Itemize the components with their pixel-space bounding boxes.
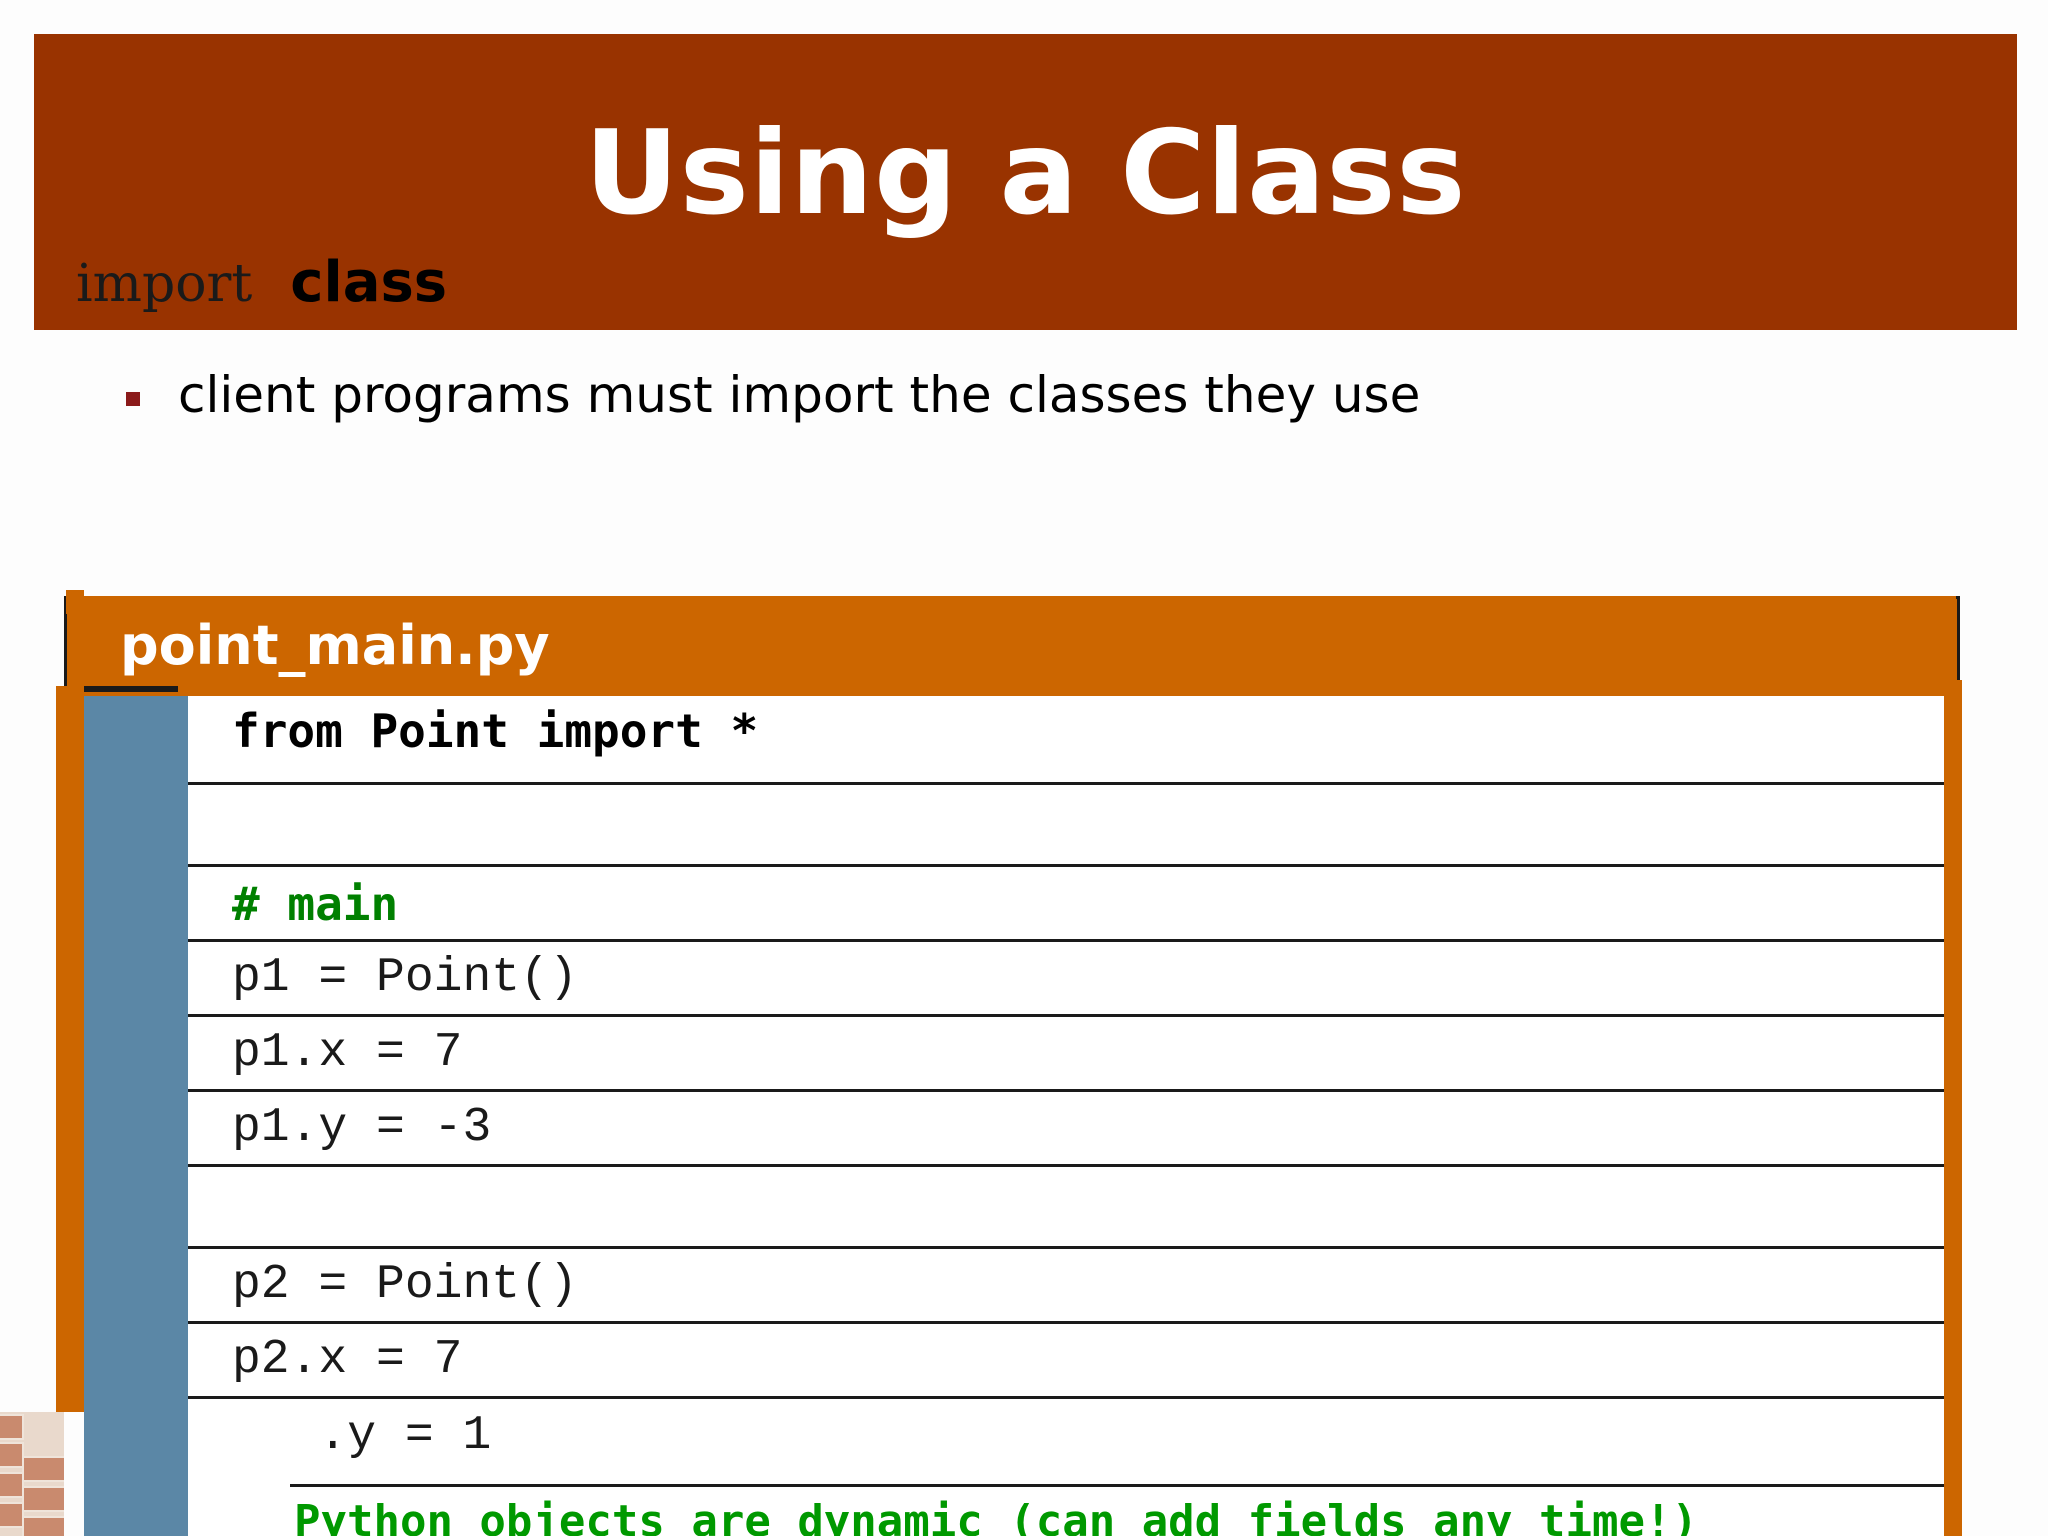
brick: [0, 1472, 24, 1498]
brick: [22, 1486, 64, 1512]
code-note: Python objects are dynamic (can add fiel…: [294, 1496, 1698, 1536]
code-line: from Point import *: [188, 696, 1944, 785]
brick: [22, 1456, 64, 1482]
code-line-text: p1.y = -3: [232, 1101, 492, 1155]
code-line: p1.y = -3: [188, 1092, 1944, 1167]
panel-left-border: [56, 686, 84, 1412]
title-banner: Using a Class import class: [34, 34, 2017, 330]
code-line-text: p1.x = 7: [232, 1026, 463, 1080]
code-line: p2.x = 7: [188, 1324, 1944, 1399]
note-divider: [290, 1484, 1944, 1487]
code-line: [188, 785, 1944, 867]
panel-divider: [84, 686, 178, 692]
slide-subtitle: import class: [76, 250, 447, 322]
code-comment: # main: [232, 877, 399, 931]
code-line-text: p2 = Point(): [232, 1258, 578, 1312]
code-line-text: from Point import *: [232, 704, 759, 758]
panel-right-border: [1944, 680, 1962, 1536]
code-line-text: p1 = Point(): [232, 951, 578, 1005]
subtitle-keyword: import: [76, 254, 253, 314]
line-number-gutter: [84, 696, 188, 1536]
bullet-square-icon: [126, 392, 140, 406]
brick: [0, 1414, 24, 1440]
bullet-item: client programs must import the classes …: [126, 360, 1420, 430]
code-panel-filename: point_main.py: [120, 614, 550, 677]
code-line: p1.x = 7: [188, 1017, 1944, 1092]
slide: Using a Class import class client progra…: [0, 0, 2048, 1536]
brick: [0, 1442, 24, 1468]
code-line: .y = 1: [188, 1399, 1944, 1484]
subtitle-word: class: [290, 250, 448, 315]
code-line: p1 = Point(): [188, 942, 1944, 1017]
code-line: [188, 1167, 1944, 1249]
code-line: # main: [188, 867, 1944, 942]
brick: [0, 1502, 24, 1528]
slide-title: Using a Class: [584, 106, 1467, 241]
code-line-text: p2.x = 7: [232, 1333, 463, 1387]
bullet-text: client programs must import the classes …: [178, 366, 1421, 424]
brick: [22, 1516, 64, 1536]
code-line-text: .y = 1: [232, 1409, 492, 1463]
brick-wall-decoration: [0, 1412, 64, 1536]
code-line: p2 = Point(): [188, 1249, 1944, 1324]
